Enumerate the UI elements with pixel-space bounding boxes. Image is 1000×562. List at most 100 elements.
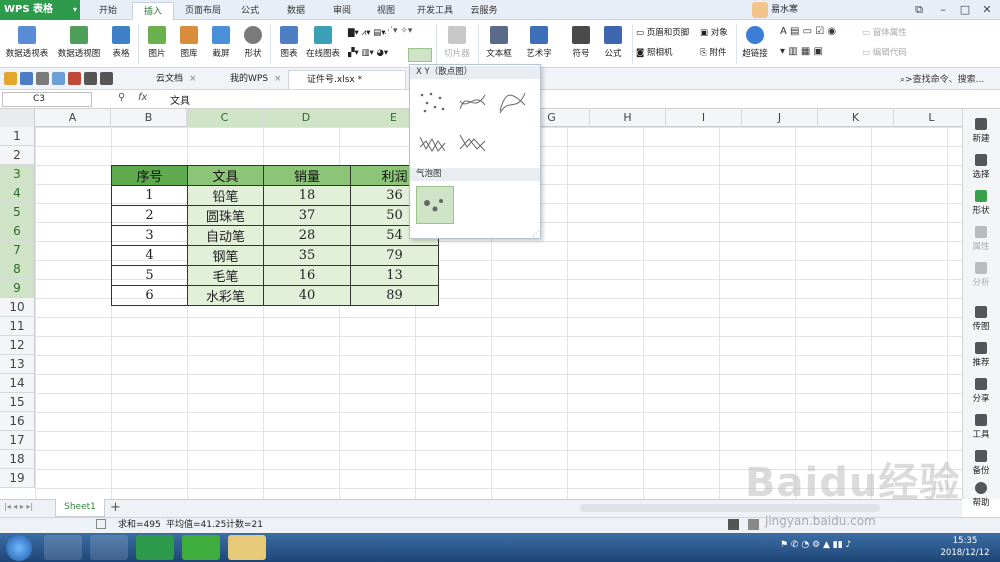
header-cell[interactable]: 序号 (111, 165, 188, 186)
textbox-button[interactable]: 文本框 (482, 24, 516, 64)
search-input[interactable]: >查找命令、搜索... (905, 75, 984, 85)
row-header-14[interactable]: 14 (0, 374, 35, 393)
row-header-5[interactable]: 5 (0, 203, 35, 222)
pivot-chart-button[interactable]: 数据透视图 (56, 24, 102, 64)
screenshot-button[interactable]: 截屏 (204, 24, 238, 64)
form-controls-row[interactable]: A ▤ ▭ ☑ ◉ (780, 26, 856, 40)
table-cell[interactable]: 28 (263, 225, 351, 246)
column-header-j[interactable]: J (742, 109, 818, 127)
shapes-button[interactable]: 形状 (236, 24, 270, 64)
zoom-icon[interactable]: ⚲ (118, 92, 125, 103)
column-header-l[interactable]: L (894, 109, 970, 127)
table-cell[interactable]: 自动笔 (187, 225, 264, 246)
sidepanel-analysis[interactable]: 分析 (964, 256, 998, 292)
slicer-button[interactable]: 切片器 (440, 24, 474, 64)
art-text-button[interactable]: 艺术字 (522, 24, 556, 64)
row-header-15[interactable]: 15 (0, 393, 35, 412)
row-header-11[interactable]: 11 (0, 317, 35, 336)
table-cell[interactable]: 5 (111, 265, 188, 286)
command-search[interactable]: ⌕>查找命令、搜索... (900, 72, 998, 86)
tab-cloud[interactable]: 云服务 (464, 2, 504, 20)
chrome-icon[interactable] (90, 535, 128, 560)
row-header-18[interactable]: 18 (0, 450, 35, 469)
taskbar-app-1[interactable] (44, 535, 82, 560)
table-cell[interactable]: 35 (263, 245, 351, 266)
doc-tab-active[interactable]: 证件号.xlsx * (288, 70, 406, 89)
table-cell[interactable]: 16 (263, 265, 351, 286)
tab-developer[interactable]: 开发工具 (410, 2, 460, 20)
sidepanel-new[interactable]: 新建 (964, 112, 998, 148)
sidepanel-upload[interactable]: 传图 (964, 300, 998, 336)
bubble-chart-thumb[interactable] (416, 186, 454, 224)
online-chart-button[interactable]: 在线图表 (300, 24, 346, 64)
wechat-icon[interactable] (182, 535, 220, 560)
formula-button[interactable]: 公式 (596, 24, 630, 64)
save-icon[interactable] (20, 72, 33, 85)
table-cell[interactable]: 1 (111, 185, 188, 206)
table-cell[interactable]: 铅笔 (187, 185, 264, 206)
row-header-19[interactable]: 19 (0, 469, 35, 488)
row-header-7[interactable]: 7 (0, 241, 35, 260)
redo-icon[interactable] (100, 72, 113, 85)
sheet-tab-sheet1[interactable]: Sheet1 (55, 499, 105, 517)
tab-insert[interactable]: 插入 (132, 2, 174, 20)
object-button[interactable]: ▣ 对象 (700, 26, 728, 40)
table-cell[interactable]: 4 (111, 245, 188, 266)
maximize-icon[interactable]: □ (954, 0, 976, 20)
sidepanel-backup[interactable]: 备份 (964, 444, 998, 480)
pivot-table-button[interactable]: 数据透视表 (4, 24, 50, 64)
tab-page-layout[interactable]: 页面布局 (178, 2, 228, 20)
scatter-chart-button[interactable] (408, 48, 432, 62)
tab-review[interactable]: 审阅 (322, 2, 362, 20)
gallery-button[interactable]: 图库 (172, 24, 206, 64)
row-header-2[interactable]: 2 (0, 146, 35, 165)
scatter-markers-thumb[interactable] (416, 86, 449, 118)
select-all-corner[interactable] (0, 109, 35, 127)
tab-formulas[interactable]: 公式 (232, 2, 268, 20)
sidepanel-recommend[interactable]: 推荐 (964, 336, 998, 372)
sidepanel-help[interactable]: 帮助 (964, 476, 998, 512)
sidepanel-share[interactable]: 分享 (964, 372, 998, 408)
start-button[interactable] (6, 535, 32, 561)
table-cell[interactable]: 13 (350, 265, 439, 286)
tab-data[interactable]: 数据 (276, 2, 316, 20)
scatter-smooth-thumb[interactable] (496, 86, 529, 118)
system-tray[interactable]: ⚑ ✆ ◔ ⚙ ▲ ▮▮ ♪ (780, 540, 920, 554)
add-sheet-button[interactable]: + (110, 500, 121, 515)
column-header-a[interactable]: A (35, 109, 111, 127)
row-header-8[interactable]: 8 (0, 260, 35, 279)
sidepanel-tools[interactable]: 工具 (964, 408, 998, 444)
fx-button[interactable]: fx (138, 92, 147, 103)
row-header-9[interactable]: 9 (0, 279, 35, 298)
scatter-lines-thumb[interactable] (456, 126, 489, 158)
column-header-b[interactable]: B (111, 109, 187, 127)
page-layout-icon[interactable] (748, 519, 759, 530)
scatter-smooth-markers-thumb[interactable] (456, 86, 489, 118)
table-button[interactable]: 表格 (104, 24, 138, 64)
more-charts-row[interactable]: ⋰▾ ✧▾ (384, 26, 430, 40)
normal-view-icon[interactable] (728, 519, 739, 530)
column-header-h[interactable]: H (590, 109, 666, 127)
print-icon[interactable] (36, 72, 49, 85)
close-icon[interactable]: ✕ (976, 0, 998, 20)
doc-tab-cloud[interactable]: 云文档 × (138, 70, 208, 89)
table-cell[interactable]: 79 (350, 245, 439, 266)
undo-icon[interactable] (84, 72, 97, 85)
resize-grip-icon[interactable]: ⋰ (532, 229, 540, 238)
hyperlink-button[interactable]: 超链接 (738, 24, 772, 64)
doc-tab-my-wps[interactable]: 我的WPS × (212, 70, 284, 89)
attachment-button[interactable]: ⎘ 附件 (700, 46, 727, 60)
row-header-3[interactable]: 3 (0, 165, 35, 184)
edit-code-button[interactable]: ▭ 编辑代码 (862, 46, 907, 60)
row-header-16[interactable]: 16 (0, 412, 35, 431)
table-cell[interactable]: 18 (263, 185, 351, 206)
row-header-17[interactable]: 17 (0, 431, 35, 450)
header-footer-button[interactable]: ▭ 页眉和页脚 (636, 26, 689, 40)
symbol-button[interactable]: 符号 (564, 24, 598, 64)
row-header-4[interactable]: 4 (0, 184, 35, 203)
scatter-lines-markers-thumb[interactable] (416, 126, 449, 158)
camera-button[interactable]: ◙ 照相机 (636, 46, 672, 60)
row-header-13[interactable]: 13 (0, 355, 35, 374)
row-header-6[interactable]: 6 (0, 222, 35, 241)
table-cell[interactable]: 89 (350, 285, 439, 306)
